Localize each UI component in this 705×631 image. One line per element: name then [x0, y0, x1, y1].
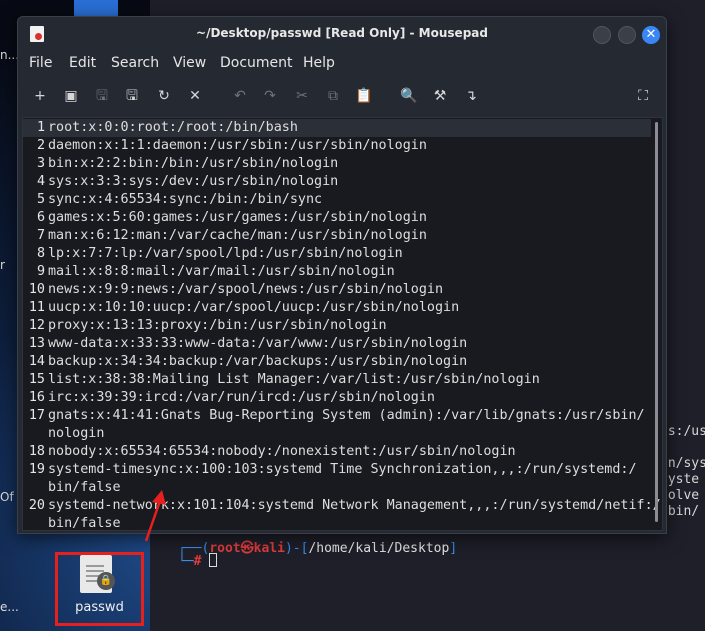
annotation-arrow-icon — [144, 490, 166, 542]
